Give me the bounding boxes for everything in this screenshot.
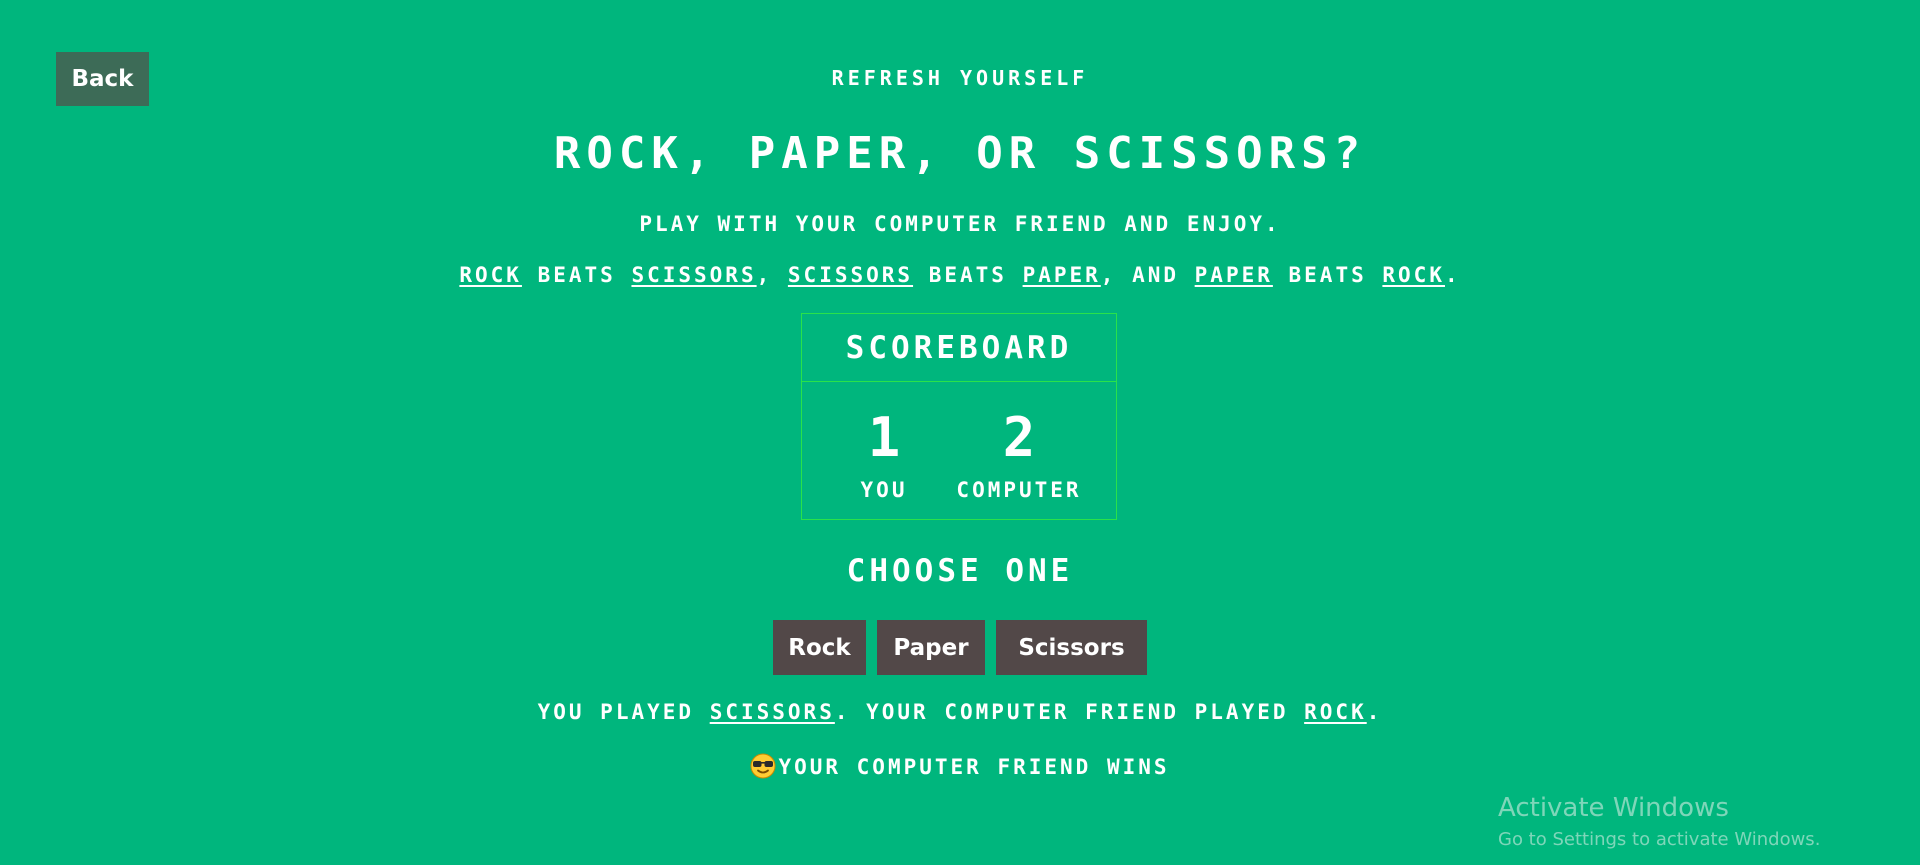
result-suffix: . [1366,700,1383,724]
choose-heading: CHOOSE ONE [846,553,1074,589]
rules-text: ROCK BEATS SCISSORS, SCISSORS BEATS PAPE… [0,263,1920,287]
rules-word-scissors: SCISSORS [787,263,914,287]
rules-word-rock: ROCK [459,263,522,287]
page-title: ROCK, PAPER, OR SCISSORS? [553,128,1367,179]
outcome-text: YOUR COMPUTER FRIEND WINS [778,755,1170,779]
scoreboard-scores: 1 YOU 2 COMPUTER [802,382,1116,503]
rules-connector: BEATS [1272,263,1383,287]
scissors-button[interactable]: Scissors [996,620,1147,675]
computer-label: COMPUTER [956,478,1082,502]
rules-word-paper: PAPER [1194,263,1273,287]
watermark-subtitle: Go to Settings to activate Windows. [1498,829,1821,850]
kicker-text: REFRESH YOURSELF [831,66,1089,90]
player-score: 1 [867,406,901,469]
rules-connector: BEATS [521,263,632,287]
outcome-line: YOUR COMPUTER FRIEND WINS [0,753,1920,779]
scoreboard-title: SCOREBOARD [802,314,1116,382]
rules-connector: BEATS [913,263,1023,287]
rules-connector: . [1444,263,1461,287]
watermark-title: Activate Windows [1498,793,1729,823]
rules-word-paper: PAPER [1022,263,1101,287]
activate-windows-watermark: Activate Windows Go to Settings to activ… [1498,793,1820,850]
computer-choice: ROCK [1304,700,1367,724]
player-label: YOU [860,478,908,502]
subtitle-text: PLAY WITH YOUR COMPUTER FRIEND AND ENJOY… [639,212,1281,236]
result-line: YOU PLAYED SCISSORS. YOUR COMPUTER FRIEN… [0,700,1920,724]
computer-score: 2 [1002,406,1036,469]
rock-button[interactable]: Rock [773,620,866,675]
choice-buttons: Rock Paper Scissors [0,620,1920,675]
rules-word-scissors: SCISSORS [631,263,757,287]
rules-connector: , AND [1100,263,1195,287]
sunglasses-emoji-icon [750,753,776,779]
result-middle: . YOUR COMPUTER FRIEND PLAYED [834,700,1305,724]
scoreboard: SCOREBOARD 1 YOU 2 COMPUTER [801,313,1117,520]
rules-connector: , [756,263,788,287]
result-prefix: YOU PLAYED [537,700,710,724]
paper-button[interactable]: Paper [877,620,985,675]
player-score-column: 1 YOU [824,406,944,503]
computer-score-column: 2 COMPUTER [944,406,1094,503]
rules-word-rock: ROCK [1382,263,1445,287]
player-choice: SCISSORS [709,700,835,724]
